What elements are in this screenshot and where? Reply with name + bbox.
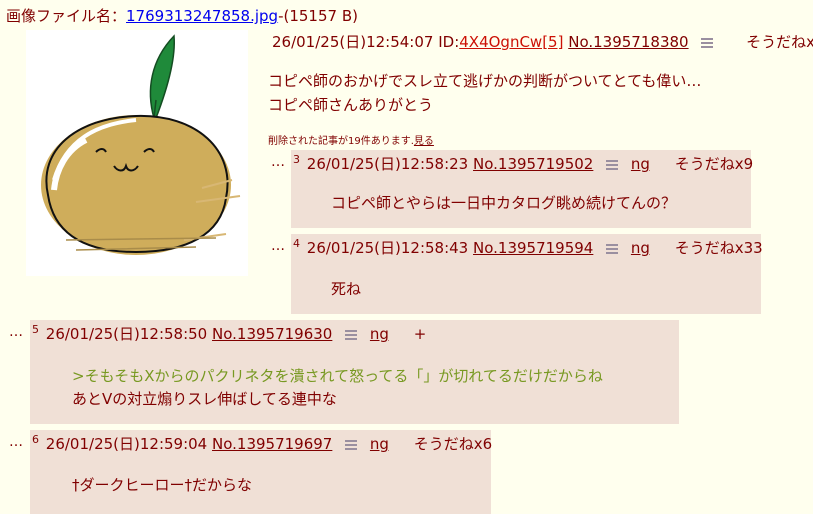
reply-header: 4 26/01/25(日)12:58:43 No.1395719594 ng そ… [293, 237, 763, 258]
reply-ng-button[interactable]: ng [631, 155, 650, 173]
reply-post-number[interactable]: No.1395719630 [212, 325, 332, 343]
reply-datetime: 26/01/25(日)12:59:04 [45, 435, 208, 453]
thread-image[interactable] [26, 30, 248, 276]
reply-post-number[interactable]: No.1395719502 [473, 155, 593, 173]
reply-index: 5 [32, 323, 39, 336]
reply-body-line: あとVの対立煽りスレ伸ばしてる連中な [72, 390, 337, 408]
reply-index: 3 [293, 153, 300, 166]
op-body-line-1: コピペ師のおかげでスレ立て逃げかの判断がついてとても偉い… [268, 72, 702, 90]
op-sodane-button[interactable]: そうだねx13 [746, 33, 813, 51]
hamburger-menu-icon[interactable] [345, 329, 358, 341]
file-label: 画像ファイル名： [6, 7, 127, 25]
reply-post-number[interactable]: No.1395719697 [212, 435, 332, 453]
reply-marker-icon: … [271, 154, 285, 170]
reply-post: 3 26/01/25(日)12:58:23 No.1395719502 ng そ… [291, 150, 753, 228]
reply-marker-icon: … [9, 434, 23, 450]
reply-ng-button[interactable]: ng [631, 239, 650, 257]
reply-header: 6 26/01/25(日)12:59:04 No.1395719697 ng そ… [32, 433, 492, 454]
hamburger-menu-icon[interactable] [345, 439, 358, 451]
hamburger-menu-icon[interactable] [606, 159, 619, 171]
reply-header: 3 26/01/25(日)12:58:23 No.1395719502 ng そ… [293, 153, 753, 174]
hamburger-menu-icon[interactable] [606, 243, 619, 255]
deleted-note-text: 削除された記事が19件あります. [268, 136, 414, 147]
reply-post: 4 26/01/25(日)12:58:43 No.1395719594 ng そ… [291, 234, 763, 314]
reply-quote-line: >そもそもXからのパクリネタを潰されて怒ってる「」が切れてるだけだからね [72, 367, 603, 385]
reply-ng-button[interactable]: ng [370, 325, 389, 343]
op-post-number[interactable]: No.1395718380 [568, 33, 688, 51]
reply-datetime: 26/01/25(日)12:58:43 [306, 239, 469, 257]
reply-sodane-button[interactable]: + [414, 325, 427, 343]
reply-sodane-button[interactable]: そうだねx33 [675, 239, 763, 257]
file-link[interactable]: 1769313247858.jpg [126, 7, 278, 25]
reply-marker-icon: … [9, 324, 23, 340]
reply-index: 4 [293, 237, 300, 250]
op-id-label: ID: [438, 33, 460, 51]
op-header: 26/01/25(日)12:54:07 ID:4X4OgnCw[5] No.13… [272, 31, 813, 52]
reply-post-number[interactable]: No.1395719594 [473, 239, 593, 257]
hamburger-menu-icon[interactable] [701, 37, 714, 49]
reply-post: 6 26/01/25(日)12:59:04 No.1395719697 ng そ… [30, 430, 492, 514]
reply-marker-icon: … [271, 238, 285, 254]
reply-body-line: †ダークヒーロー†だからな [72, 476, 253, 494]
reply-post: 5 26/01/25(日)12:58:50 No.1395719630 ng +… [30, 320, 679, 424]
reply-index: 6 [32, 433, 39, 446]
potato-mascot-image [41, 34, 241, 255]
file-info: 画像ファイル名：1769313247858.jpg-(15157 B) [6, 5, 358, 26]
reply-sodane-button[interactable]: そうだねx9 [675, 155, 753, 173]
file-size: -(15157 B) [278, 7, 358, 25]
deleted-note: 削除された記事が19件あります.見る [268, 132, 434, 147]
deleted-note-link[interactable]: 見る [414, 136, 434, 147]
reply-datetime: 26/01/25(日)12:58:23 [306, 155, 469, 173]
reply-datetime: 26/01/25(日)12:58:50 [45, 325, 208, 343]
op-body-line-2: コピペ師さんありがとう [268, 96, 434, 114]
op-id[interactable]: 4X4OgnCw[5] [459, 33, 563, 51]
reply-ng-button[interactable]: ng [370, 435, 389, 453]
reply-body-line: コピペ師とやらは一日中カタログ眺め続けてんの？ [331, 194, 677, 212]
reply-header: 5 26/01/25(日)12:58:50 No.1395719630 ng + [32, 323, 426, 344]
reply-body-line: 死ね [331, 280, 362, 298]
op-datetime: 26/01/25(日)12:54:07 [272, 33, 434, 51]
reply-sodane-button[interactable]: そうだねx6 [414, 435, 492, 453]
